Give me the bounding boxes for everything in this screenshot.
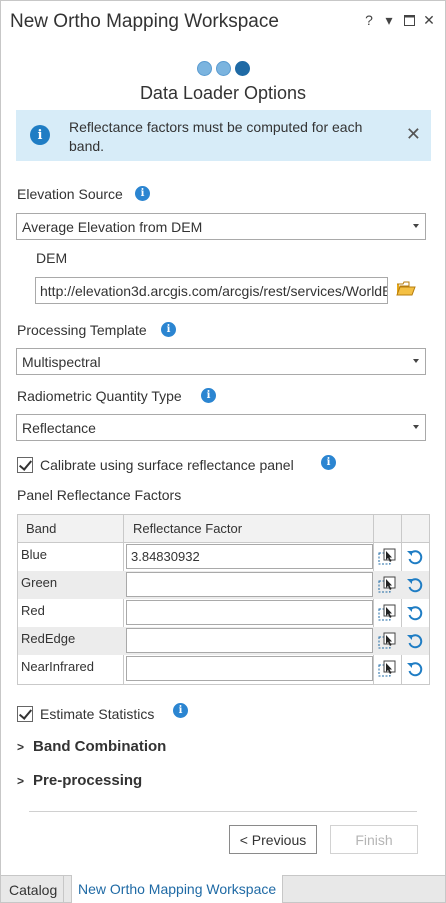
dem-url-input[interactable]: http://elevation3d.arcgis.com/arcgis/res… xyxy=(35,277,388,304)
step-1-dot[interactable] xyxy=(196,61,212,76)
pick-from-panel-icon[interactable] xyxy=(378,548,396,566)
wizard-step-indicator xyxy=(1,61,445,76)
pick-from-panel-icon[interactable] xyxy=(378,604,396,622)
page-title: Data Loader Options xyxy=(139,83,307,103)
radiometric-type-label: Radiometric Quantity Type xyxy=(17,388,182,404)
step-3-dot[interactable] xyxy=(234,61,250,76)
reset-icon[interactable] xyxy=(406,548,424,566)
estimate-info-icon[interactable]: i xyxy=(173,703,188,718)
radiometric-type-value: Reflectance xyxy=(22,420,96,436)
banner-close-icon[interactable]: ✕ xyxy=(406,124,421,145)
ortho-mapping-pane: New Ortho Mapping Workspace ? ▾ ✕ Data L… xyxy=(0,0,446,903)
reflectance-factor-input[interactable] xyxy=(126,572,373,597)
table-row: Red xyxy=(18,599,429,627)
help-icon[interactable]: ? xyxy=(361,11,377,29)
step-2-dot[interactable] xyxy=(215,61,231,76)
chevron-down-icon xyxy=(413,224,419,228)
header-divider xyxy=(373,515,374,543)
chevron-down-icon xyxy=(413,425,419,429)
pane-title-bar: New Ortho Mapping Workspace ? ▾ ✕ xyxy=(1,1,445,45)
close-icon[interactable]: ✕ xyxy=(421,11,437,29)
processing-template-value: Multispectral xyxy=(22,354,101,370)
band-combination-label: Band Combination xyxy=(33,738,167,755)
band-name: Red xyxy=(21,603,45,618)
restore-icon[interactable] xyxy=(401,11,417,29)
banner-message: Reflectance factors must be computed for… xyxy=(69,119,363,154)
pick-from-panel-icon[interactable] xyxy=(378,576,396,594)
previous-button[interactable]: < Previous xyxy=(229,825,317,854)
table-header: Band Reflectance Factor xyxy=(18,515,429,543)
reset-icon[interactable] xyxy=(406,632,424,650)
pane-tools: ? ▾ ✕ xyxy=(361,11,437,29)
header-divider xyxy=(123,515,124,543)
estimate-statistics-label: Estimate Statistics xyxy=(40,706,155,722)
panel-reflectance-label: Panel Reflectance Factors xyxy=(17,487,182,503)
reflectance-factor-input[interactable] xyxy=(126,628,373,653)
elevation-source-dropdown[interactable]: Average Elevation from DEM xyxy=(16,213,426,240)
table-row: Blue 3.84830932 xyxy=(18,543,429,571)
footer-divider xyxy=(29,811,417,812)
chevron-right-icon: > xyxy=(17,774,25,788)
finish-button[interactable]: Finish xyxy=(330,825,418,854)
band-name: Blue xyxy=(21,547,48,562)
elevation-source-value: Average Elevation from DEM xyxy=(22,219,203,235)
reflectance-factor-value: 3.84830932 xyxy=(131,549,200,564)
pane-menu-icon[interactable]: ▾ xyxy=(381,11,397,29)
dem-url-value: http://elevation3d.arcgis.com/arcgis/res… xyxy=(40,283,387,299)
band-name: RedEdge xyxy=(21,631,76,646)
preprocessing-label: Pre-processing xyxy=(33,772,143,789)
band-combination-section[interactable]: > Band Combination xyxy=(17,738,166,755)
info-banner: i Reflectance factors must be computed f… xyxy=(16,110,431,161)
elevation-info-icon[interactable]: i xyxy=(135,186,150,201)
reflectance-factor-input[interactable] xyxy=(126,656,373,681)
reset-icon[interactable] xyxy=(406,660,424,678)
band-column-header[interactable]: Band xyxy=(26,521,56,536)
reset-icon[interactable] xyxy=(406,604,424,622)
estimate-statistics-checkbox[interactable] xyxy=(17,706,33,722)
reflectance-factor-input[interactable] xyxy=(126,600,373,625)
calibrate-info-icon[interactable]: i xyxy=(321,455,336,470)
factor-column-header[interactable]: Reflectance Factor xyxy=(133,521,242,536)
band-name: Green xyxy=(21,575,58,590)
header-divider xyxy=(401,515,402,543)
calibrate-label: Calibrate using surface reflectance pane… xyxy=(40,457,294,473)
pane-title: New Ortho Mapping Workspace xyxy=(10,11,279,32)
pane-tab-bar: Catalog New Ortho Mapping Workspace xyxy=(1,875,445,903)
table-row: Green xyxy=(18,571,429,599)
pick-from-panel-icon[interactable] xyxy=(378,660,396,678)
band-name: NearInfrared xyxy=(21,659,94,674)
reflectance-factor-input[interactable]: 3.84830932 xyxy=(126,544,373,569)
browse-folder-icon[interactable] xyxy=(396,281,416,297)
pick-from-panel-icon[interactable] xyxy=(378,632,396,650)
reset-icon[interactable] xyxy=(406,576,424,594)
elevation-source-label: Elevation Source xyxy=(17,186,123,202)
processing-template-label: Processing Template xyxy=(17,322,147,338)
preprocessing-section[interactable]: > Pre-processing xyxy=(17,772,142,789)
radiometric-info-icon[interactable]: i xyxy=(201,388,216,403)
table-row: NearInfrared xyxy=(18,655,429,683)
radiometric-type-dropdown[interactable]: Reflectance xyxy=(16,414,426,441)
table-row: RedEdge xyxy=(18,627,429,655)
chevron-down-icon xyxy=(413,359,419,363)
dem-label: DEM xyxy=(36,250,68,266)
tab-ortho-workspace[interactable]: New Ortho Mapping Workspace xyxy=(71,875,284,903)
reflectance-factors-table: Band Reflectance Factor Blue 3.84830932 … xyxy=(17,514,430,685)
chevron-right-icon: > xyxy=(17,740,25,754)
calibrate-checkbox[interactable] xyxy=(17,457,33,473)
processing-template-dropdown[interactable]: Multispectral xyxy=(16,348,426,375)
tab-catalog[interactable]: Catalog xyxy=(3,876,65,903)
info-icon: i xyxy=(30,125,50,145)
processing-info-icon[interactable]: i xyxy=(161,322,176,337)
